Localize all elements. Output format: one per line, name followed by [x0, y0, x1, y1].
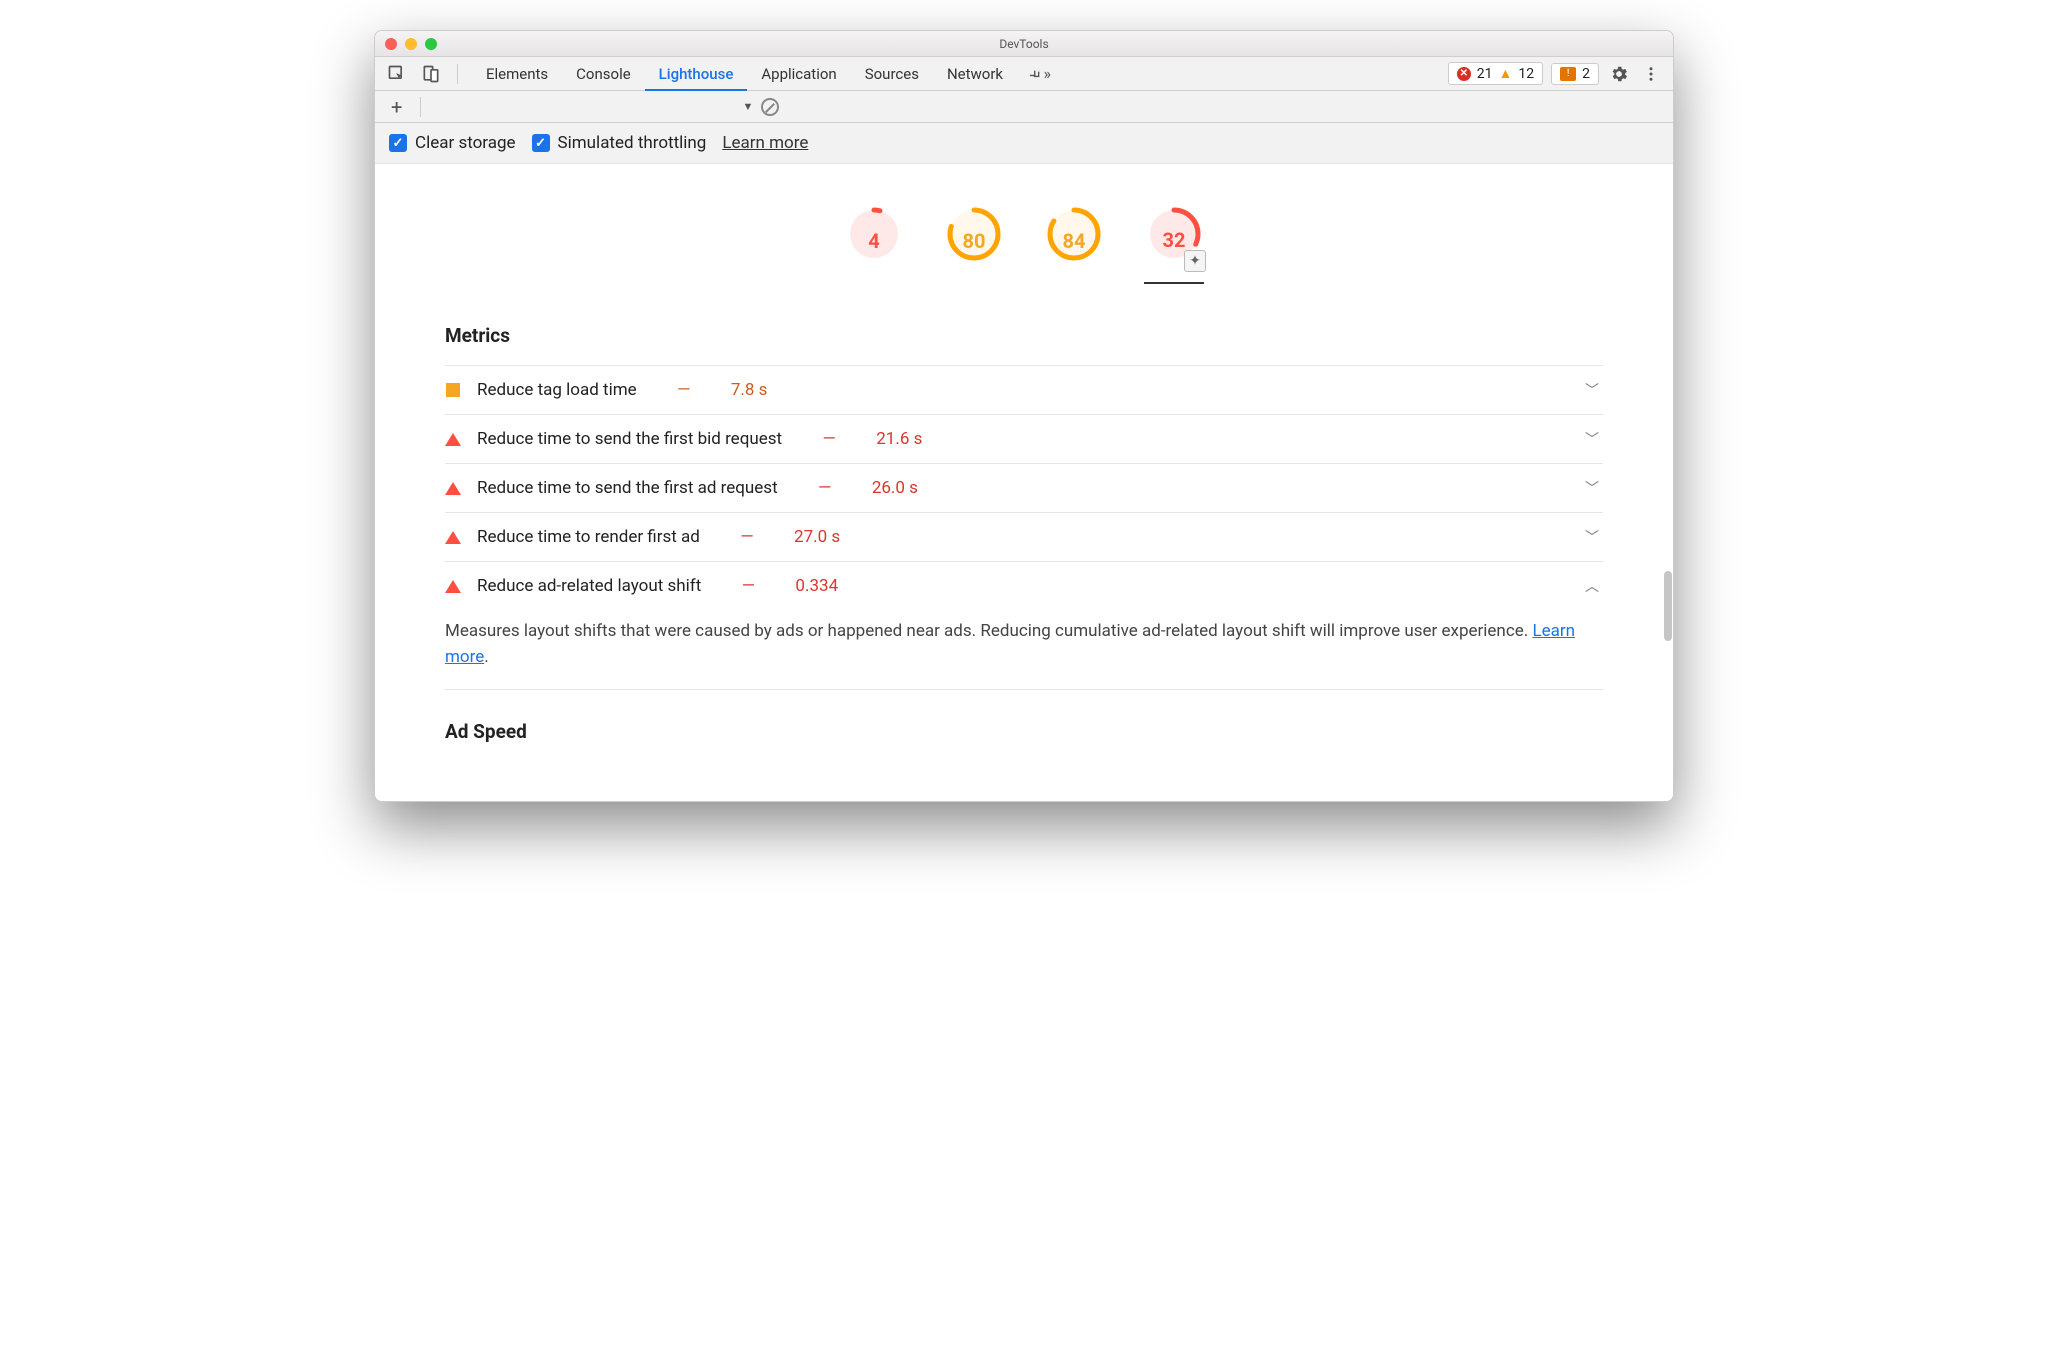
metrics-list: Reduce tag load time — 7.8 s﹀Reduce time…: [445, 365, 1603, 690]
window-minimize-button[interactable]: [405, 38, 417, 50]
simulated-throttling-option[interactable]: ✓ Simulated throttling: [532, 133, 707, 153]
window-title: DevTools: [375, 37, 1673, 51]
clear-icon[interactable]: [761, 98, 779, 116]
dropdown-triangle-icon: ▼: [742, 100, 753, 113]
metric-title: Reduce time to send the first ad request: [477, 478, 778, 498]
gauge-score: 84: [1044, 229, 1104, 253]
metric-title: Reduce time to render first ad: [477, 527, 700, 547]
metric-value: 7.8 s: [731, 380, 768, 400]
metric-value: 0.334: [795, 576, 838, 596]
issues-icon: !: [1560, 67, 1576, 81]
chevron-down-icon[interactable]: ﹀: [1585, 527, 1603, 547]
score-gauge-3[interactable]: 32✦: [1144, 204, 1204, 284]
metric-title: Reduce tag load time: [477, 380, 637, 400]
triangle-icon: [445, 433, 461, 446]
inspect-element-icon[interactable]: [385, 62, 409, 86]
warning-count: 12: [1518, 66, 1534, 82]
report-select[interactable]: ▼: [433, 100, 753, 113]
gauge-score: 4: [844, 229, 904, 253]
divider: [457, 64, 458, 84]
tab-sources[interactable]: Sources: [851, 57, 933, 91]
simulated-throttling-label: Simulated throttling: [558, 133, 707, 153]
metric-learn-more-link[interactable]: Learn more: [445, 621, 1575, 667]
tab-elements[interactable]: Elements: [472, 57, 562, 91]
lighthouse-toolbar: + ▼: [375, 91, 1673, 123]
triangle-icon: [445, 482, 461, 495]
tab-application[interactable]: Application: [747, 57, 850, 91]
console-error-warning-pill[interactable]: ✕ 21 ▲ 12: [1448, 62, 1543, 85]
tab-lighthouse[interactable]: Lighthouse: [645, 57, 748, 91]
devtools-window: DevTools ElementsConsoleLighthouseApplic…: [374, 30, 1674, 802]
chevron-down-icon[interactable]: ﹀: [1585, 478, 1603, 498]
score-gauges: 4 80 84 32✦: [395, 164, 1653, 304]
triangle-icon: [445, 531, 461, 544]
clear-storage-option[interactable]: ✓ Clear storage: [389, 133, 516, 153]
learn-more-link[interactable]: Learn more: [722, 133, 808, 153]
metric-value: 21.6 s: [876, 429, 922, 449]
plugin-badge-icon: ✦: [1184, 250, 1206, 272]
more-tabs-icon[interactable]: »: [1027, 62, 1051, 86]
metric-value: 26.0 s: [872, 478, 918, 498]
metric-row[interactable]: Reduce time to send the first bid reques…: [445, 414, 1603, 463]
tab-console[interactable]: Console: [562, 57, 645, 91]
divider: [420, 97, 421, 117]
metric-value: 27.0 s: [794, 527, 840, 547]
score-gauge-1[interactable]: 80: [944, 204, 1004, 284]
checkbox-checked-icon: ✓: [389, 134, 407, 152]
lighthouse-report: 4 80 84 32✦ Metrics Reduce tag load time…: [375, 164, 1673, 801]
settings-gear-icon[interactable]: [1607, 62, 1631, 86]
window-zoom-button[interactable]: [425, 38, 437, 50]
gauge-score: 80: [944, 229, 1004, 253]
square-icon: [445, 383, 461, 397]
new-report-button[interactable]: +: [385, 95, 408, 119]
lighthouse-options-row: ✓ Clear storage ✓ Simulated throttling L…: [375, 123, 1673, 164]
warning-icon: ▲: [1499, 65, 1513, 82]
clear-storage-label: Clear storage: [415, 133, 516, 153]
window-close-button[interactable]: [385, 38, 397, 50]
metric-row[interactable]: Reduce ad-related layout shift — 0.334︿: [445, 561, 1603, 610]
ad-speed-heading: Ad Speed: [445, 720, 1603, 743]
chevron-down-icon[interactable]: ﹀: [1585, 429, 1603, 449]
score-gauge-2[interactable]: 84: [1044, 204, 1104, 284]
error-count: 21: [1477, 66, 1493, 82]
chevron-up-icon[interactable]: ︿: [1585, 576, 1603, 596]
chevron-down-icon[interactable]: ﹀: [1585, 380, 1603, 400]
kebab-menu-icon[interactable]: [1639, 62, 1663, 86]
metric-row[interactable]: Reduce time to send the first ad request…: [445, 463, 1603, 512]
error-icon: ✕: [1457, 67, 1471, 81]
checkbox-checked-icon: ✓: [532, 134, 550, 152]
gauge-score: 32: [1144, 228, 1204, 252]
triangle-icon: [445, 580, 461, 593]
metric-description: Measures layout shifts that were caused …: [445, 610, 1603, 690]
score-gauge-0[interactable]: 4: [844, 204, 904, 284]
metric-title: Reduce time to send the first bid reques…: [477, 429, 782, 449]
device-toggle-icon[interactable]: [419, 62, 443, 86]
issues-pill[interactable]: ! 2: [1551, 63, 1599, 85]
metric-row[interactable]: Reduce time to render first ad — 27.0 s﹀: [445, 512, 1603, 561]
issues-count: 2: [1582, 66, 1590, 82]
tab-network[interactable]: Network: [933, 57, 1017, 91]
main-tabs-bar: ElementsConsoleLighthouseApplicationSour…: [375, 57, 1673, 91]
metric-row[interactable]: Reduce tag load time — 7.8 s﹀: [445, 365, 1603, 414]
titlebar: DevTools: [375, 31, 1673, 57]
metric-title: Reduce ad-related layout shift: [477, 576, 701, 596]
metrics-heading: Metrics: [445, 324, 1603, 347]
scrollbar-thumb[interactable]: [1664, 571, 1672, 641]
